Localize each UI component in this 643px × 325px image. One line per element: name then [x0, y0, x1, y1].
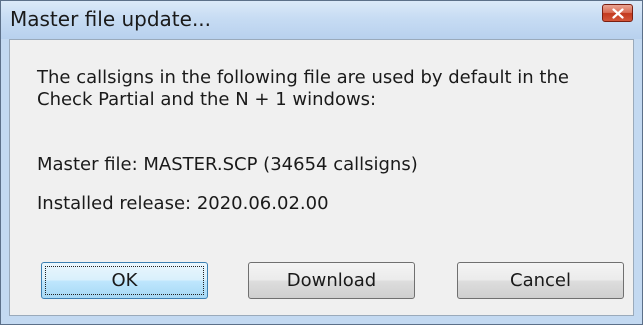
title-bar[interactable]: Master file update...	[1, 1, 642, 39]
message-line-2: Check Partial and the N + 1 windows:	[37, 89, 377, 110]
installed-release-label: Installed release: 2020.06.02.00	[37, 193, 329, 214]
ok-button[interactable]: OK	[41, 262, 208, 299]
window-title: Master file update...	[10, 7, 212, 31]
ok-button-label: OK	[111, 270, 138, 291]
dialog-window: Master file update... The callsigns in t…	[0, 0, 643, 325]
close-icon	[612, 8, 624, 19]
close-button[interactable]	[602, 4, 633, 22]
dialog-body: The callsigns in the following file are …	[9, 39, 634, 316]
download-button[interactable]: Download	[248, 262, 415, 299]
message-line-1: The callsigns in the following file are …	[37, 67, 569, 88]
message-text: The callsigns in the following file are …	[37, 67, 617, 111]
cancel-button[interactable]: Cancel	[457, 262, 624, 299]
master-file-label: Master file: MASTER.SCP (34654 callsigns…	[37, 154, 418, 175]
